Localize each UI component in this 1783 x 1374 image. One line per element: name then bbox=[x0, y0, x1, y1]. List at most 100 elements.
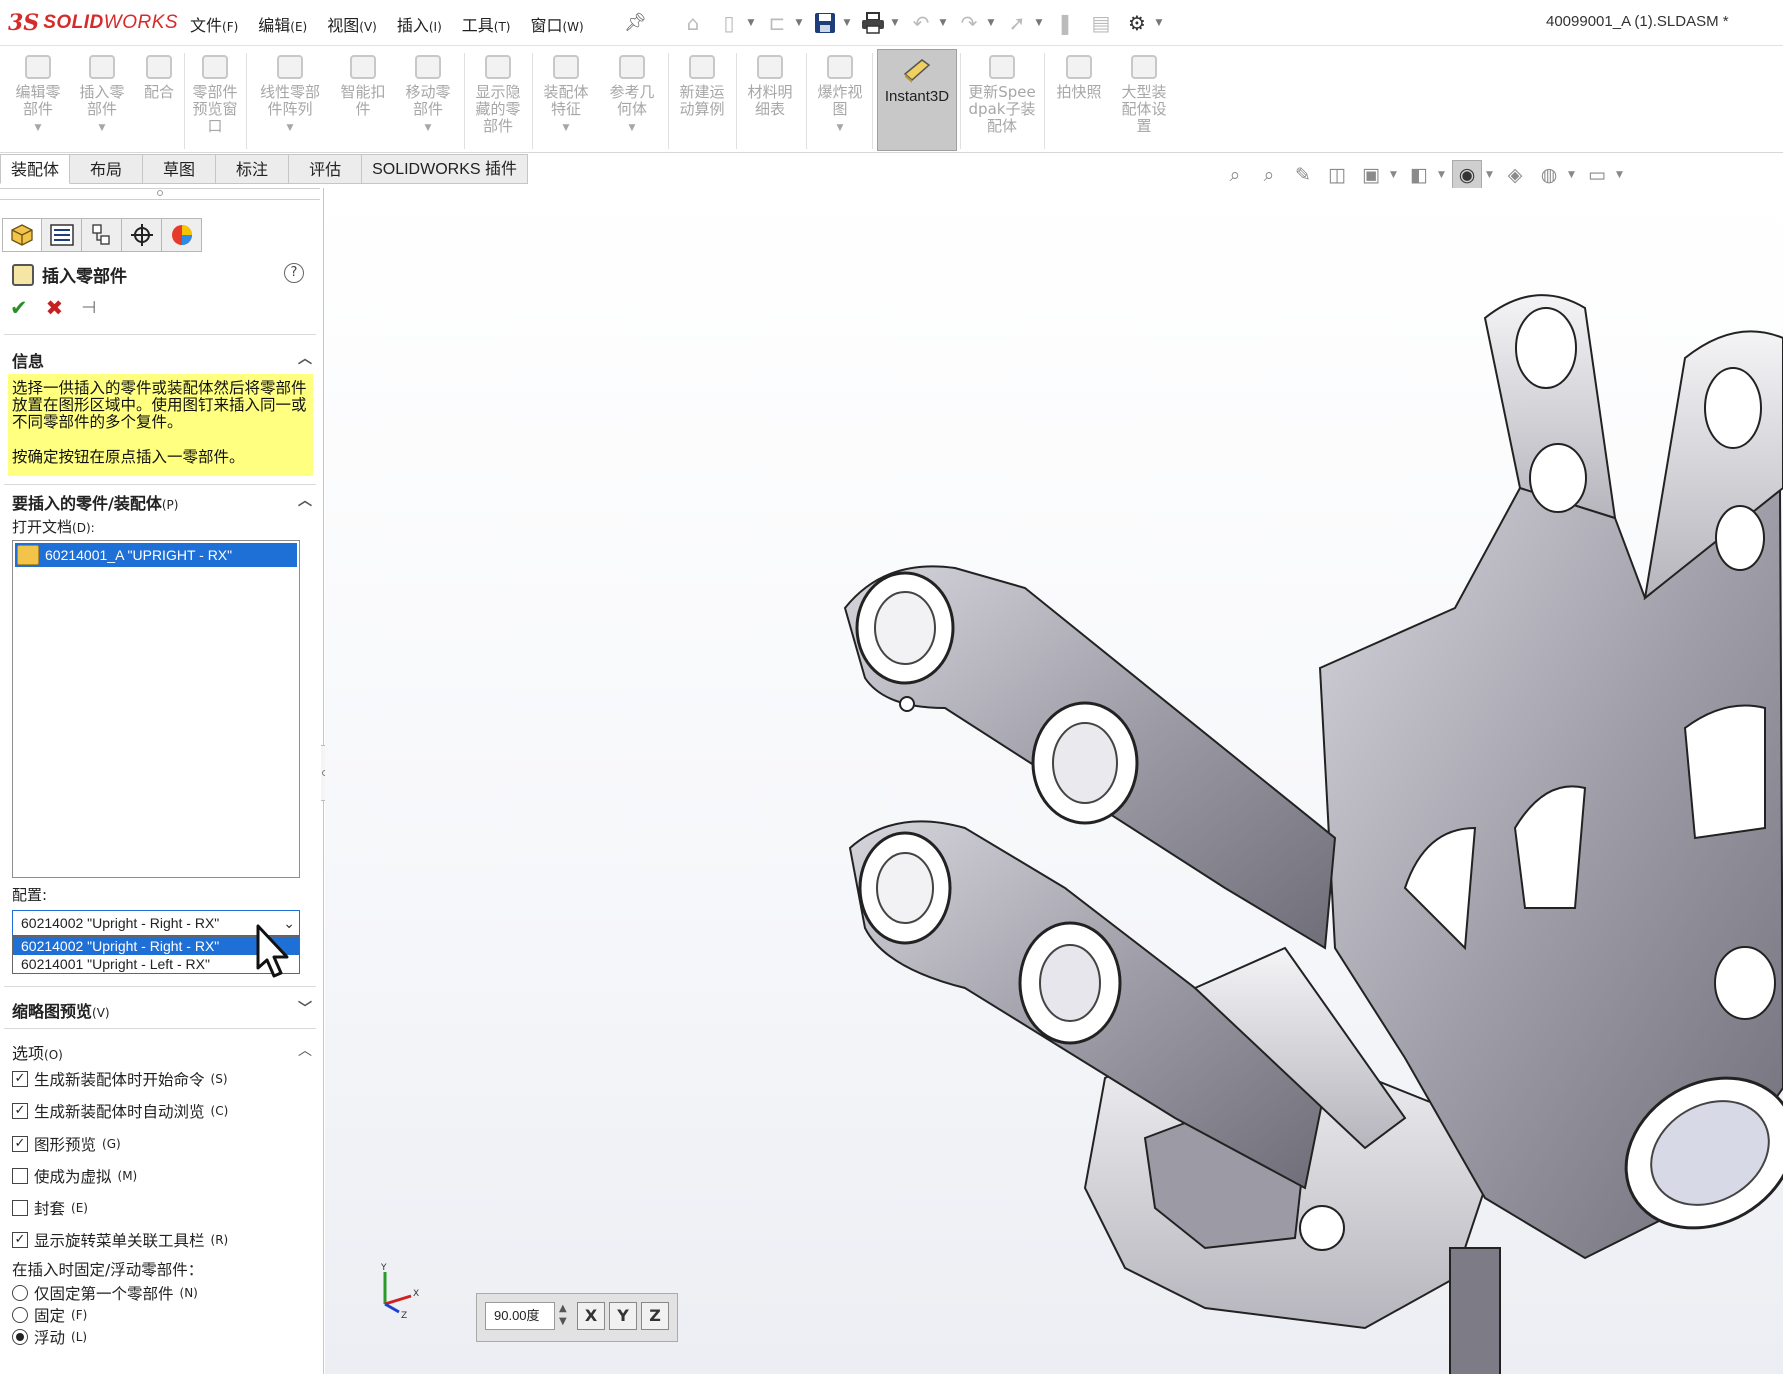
option-start-command[interactable]: ✓ 生成新装配体时开始命令 (S) bbox=[12, 1068, 228, 1090]
radio-float[interactable]: 浮动 (L) bbox=[12, 1326, 87, 1348]
view-settings-dropdown-icon[interactable]: ▼ bbox=[1616, 170, 1626, 180]
bill-of-materials-button[interactable]: 材料明细表 bbox=[740, 51, 800, 151]
menu-tools[interactable]: 工具(T) bbox=[462, 12, 511, 36]
smart-fasteners-button[interactable]: 智能扣件 bbox=[334, 51, 392, 151]
zoom-to-fit-icon[interactable]: ⌕ bbox=[1220, 160, 1250, 190]
options-dropdown-icon[interactable]: ▼ bbox=[1154, 18, 1164, 28]
options-icon[interactable]: ⚙ bbox=[1122, 8, 1152, 38]
insert-component-button[interactable]: 插入零部件 ▼ bbox=[72, 51, 132, 151]
graphics-area[interactable]: Y X Z 90.00度 ▲ ▼ X Y Z bbox=[325, 188, 1783, 1374]
dropdown-arrow-icon[interactable]: ▼ bbox=[629, 120, 636, 137]
menu-edit[interactable]: 编辑(E) bbox=[258, 12, 307, 36]
panel-splitter[interactable] bbox=[0, 188, 320, 200]
component-preview-window-button[interactable]: 零部件预览窗口 bbox=[186, 51, 244, 151]
update-speedpak-button[interactable]: 更新Speedpak子装配体 bbox=[964, 51, 1040, 151]
display-manager-tab-icon[interactable] bbox=[162, 218, 202, 252]
option-rotate-toolbar[interactable]: ✓ 显示旋转菜单关联工具栏 (R) bbox=[12, 1229, 228, 1251]
option-make-virtual[interactable]: 使成为虚拟 (M) bbox=[12, 1165, 137, 1187]
chevron-up-icon[interactable]: ︿ bbox=[298, 1040, 312, 1060]
file-properties-icon[interactable]: ▤ bbox=[1086, 8, 1116, 38]
edit-component-button[interactable]: 编辑零部件 ▼ bbox=[8, 51, 68, 151]
instant3d-button[interactable]: Instant3D bbox=[877, 49, 957, 151]
info-section-header[interactable]: 信息 ︿ bbox=[12, 348, 312, 371]
chevron-down-icon[interactable]: ﹀ bbox=[298, 998, 312, 1018]
rotate-y-button[interactable]: Y bbox=[609, 1302, 637, 1330]
feature-manager-tab-icon[interactable] bbox=[2, 218, 42, 252]
radio-icon[interactable] bbox=[12, 1307, 28, 1323]
spin-arrows-icon[interactable]: ▲ ▼ bbox=[559, 1302, 569, 1330]
solidworks-logo[interactable]: 3S SOLIDWORKS bbox=[8, 10, 178, 36]
menu-insert[interactable]: 插入(I) bbox=[397, 12, 442, 36]
radio-icon[interactable] bbox=[12, 1329, 28, 1345]
orientation-dropdown-icon[interactable]: ▼ bbox=[1438, 170, 1448, 180]
ok-button[interactable]: ✔ bbox=[10, 296, 28, 320]
linear-pattern-button[interactable]: 线性零部件阵列 ▼ bbox=[250, 51, 330, 151]
rebuild-icon[interactable]: ❚ bbox=[1050, 8, 1080, 38]
tab-assembly[interactable]: 装配体 bbox=[0, 154, 71, 184]
property-manager-tab-icon[interactable] bbox=[42, 218, 82, 252]
option-envelope[interactable]: 封套 (E) bbox=[12, 1197, 88, 1219]
new-motion-study-button[interactable]: 新建运动算例 bbox=[672, 51, 732, 151]
open-icon[interactable]: ⊏ bbox=[762, 8, 792, 38]
view-orientation-icon[interactable]: ◧ bbox=[1404, 160, 1434, 190]
thumbnail-section-header[interactable]: 缩略图预览(V) ﹀ bbox=[12, 998, 312, 1021]
menu-file[interactable]: 文件(F) bbox=[190, 12, 238, 36]
checkbox-icon[interactable]: ✓ bbox=[12, 1136, 28, 1152]
assembly-model-upright[interactable] bbox=[325, 188, 1783, 1374]
open-dropdown-icon[interactable]: ▼ bbox=[794, 18, 804, 28]
option-graphics-preview[interactable]: ✓ 图形预览 (G) bbox=[12, 1133, 121, 1155]
dimxpert-manager-tab-icon[interactable] bbox=[122, 218, 162, 252]
options-section-header[interactable]: 选项(O) ︿ bbox=[12, 1040, 312, 1063]
open-documents-list[interactable]: 60214001_A "UPRIGHT - RX" bbox=[12, 540, 300, 878]
radio-fix[interactable]: 固定 (F) bbox=[12, 1304, 87, 1326]
assembly-features-button[interactable]: 装配体特征 ▼ bbox=[536, 51, 596, 151]
pin-menu-icon[interactable]: 📌︎ bbox=[624, 12, 647, 33]
view-dropdown-icon[interactable]: ▼ bbox=[1390, 170, 1400, 180]
radio-fix-first[interactable]: 仅固定第一个零部件 (N) bbox=[12, 1282, 198, 1304]
menu-view[interactable]: 视图(V) bbox=[327, 12, 377, 36]
part-section-header[interactable]: 要插入的零件/装配体(P) ︿ bbox=[12, 490, 312, 513]
zoom-to-area-icon[interactable]: ⌕ bbox=[1254, 160, 1284, 190]
rotate-z-button[interactable]: Z bbox=[641, 1302, 669, 1330]
new-dropdown-icon[interactable]: ▼ bbox=[746, 18, 756, 28]
tab-sketch[interactable]: 草图 bbox=[143, 154, 217, 184]
dynamic-annotation-icon[interactable]: ▣ bbox=[1356, 160, 1386, 190]
undo-dropdown-icon[interactable]: ▼ bbox=[938, 18, 948, 28]
checkbox-icon[interactable] bbox=[12, 1168, 28, 1184]
checkbox-icon[interactable]: ✓ bbox=[12, 1232, 28, 1248]
print-dropdown-icon[interactable]: ▼ bbox=[890, 18, 900, 28]
tab-markup[interactable]: 标注 bbox=[216, 154, 290, 184]
cancel-button[interactable]: ✖ bbox=[46, 296, 64, 320]
dropdown-arrow-icon[interactable]: ▼ bbox=[287, 120, 294, 137]
chevron-up-icon[interactable]: ︿ bbox=[298, 490, 312, 510]
chevron-up-icon[interactable]: ︿ bbox=[298, 348, 312, 368]
checkbox-icon[interactable]: ✓ bbox=[12, 1103, 28, 1119]
rotate-x-button[interactable]: X bbox=[577, 1302, 605, 1330]
save-dropdown-icon[interactable]: ▼ bbox=[842, 18, 852, 28]
tab-solidworks-addins[interactable]: SOLIDWORKS 插件 bbox=[362, 154, 528, 184]
print-icon[interactable] bbox=[858, 8, 888, 38]
hide-show-items-icon[interactable]: ◈ bbox=[1500, 160, 1530, 190]
edit-appearance-icon[interactable]: ◍ bbox=[1534, 160, 1564, 190]
tab-evaluate[interactable]: 评估 bbox=[289, 154, 363, 184]
dropdown-arrow-icon[interactable]: ▼ bbox=[425, 120, 432, 137]
display-style-dropdown-icon[interactable]: ▼ bbox=[1486, 170, 1496, 180]
exploded-view-button[interactable]: 爆炸视图 ▼ bbox=[810, 51, 870, 151]
option-auto-browse[interactable]: ✓ 生成新装配体时自动浏览 (C) bbox=[12, 1100, 228, 1122]
take-snapshot-button[interactable]: 拍快照 bbox=[1050, 51, 1108, 151]
home-icon[interactable]: ⌂ bbox=[678, 8, 708, 38]
mate-button[interactable]: 配合 bbox=[136, 51, 182, 151]
reference-geometry-button[interactable]: 参考几何体 ▼ bbox=[602, 51, 662, 151]
dropdown-arrow-icon[interactable]: ▼ bbox=[99, 120, 106, 137]
new-document-icon[interactable]: ▯ bbox=[714, 8, 744, 38]
select-dropdown-icon[interactable]: ▼ bbox=[1034, 18, 1044, 28]
help-icon[interactable]: ? bbox=[284, 263, 304, 283]
save-icon[interactable] bbox=[810, 8, 840, 38]
undo-icon[interactable]: ↶ bbox=[906, 8, 936, 38]
dropdown-arrow-icon[interactable]: ▼ bbox=[563, 120, 570, 137]
keep-visible-pin-icon[interactable]: ⊣ bbox=[81, 298, 96, 318]
checkbox-icon[interactable]: ✓ bbox=[12, 1071, 28, 1087]
show-hidden-components-button[interactable]: 显示隐藏的零部件 bbox=[468, 51, 528, 151]
display-style-icon[interactable]: ◉ bbox=[1452, 160, 1482, 190]
redo-dropdown-icon[interactable]: ▼ bbox=[986, 18, 996, 28]
